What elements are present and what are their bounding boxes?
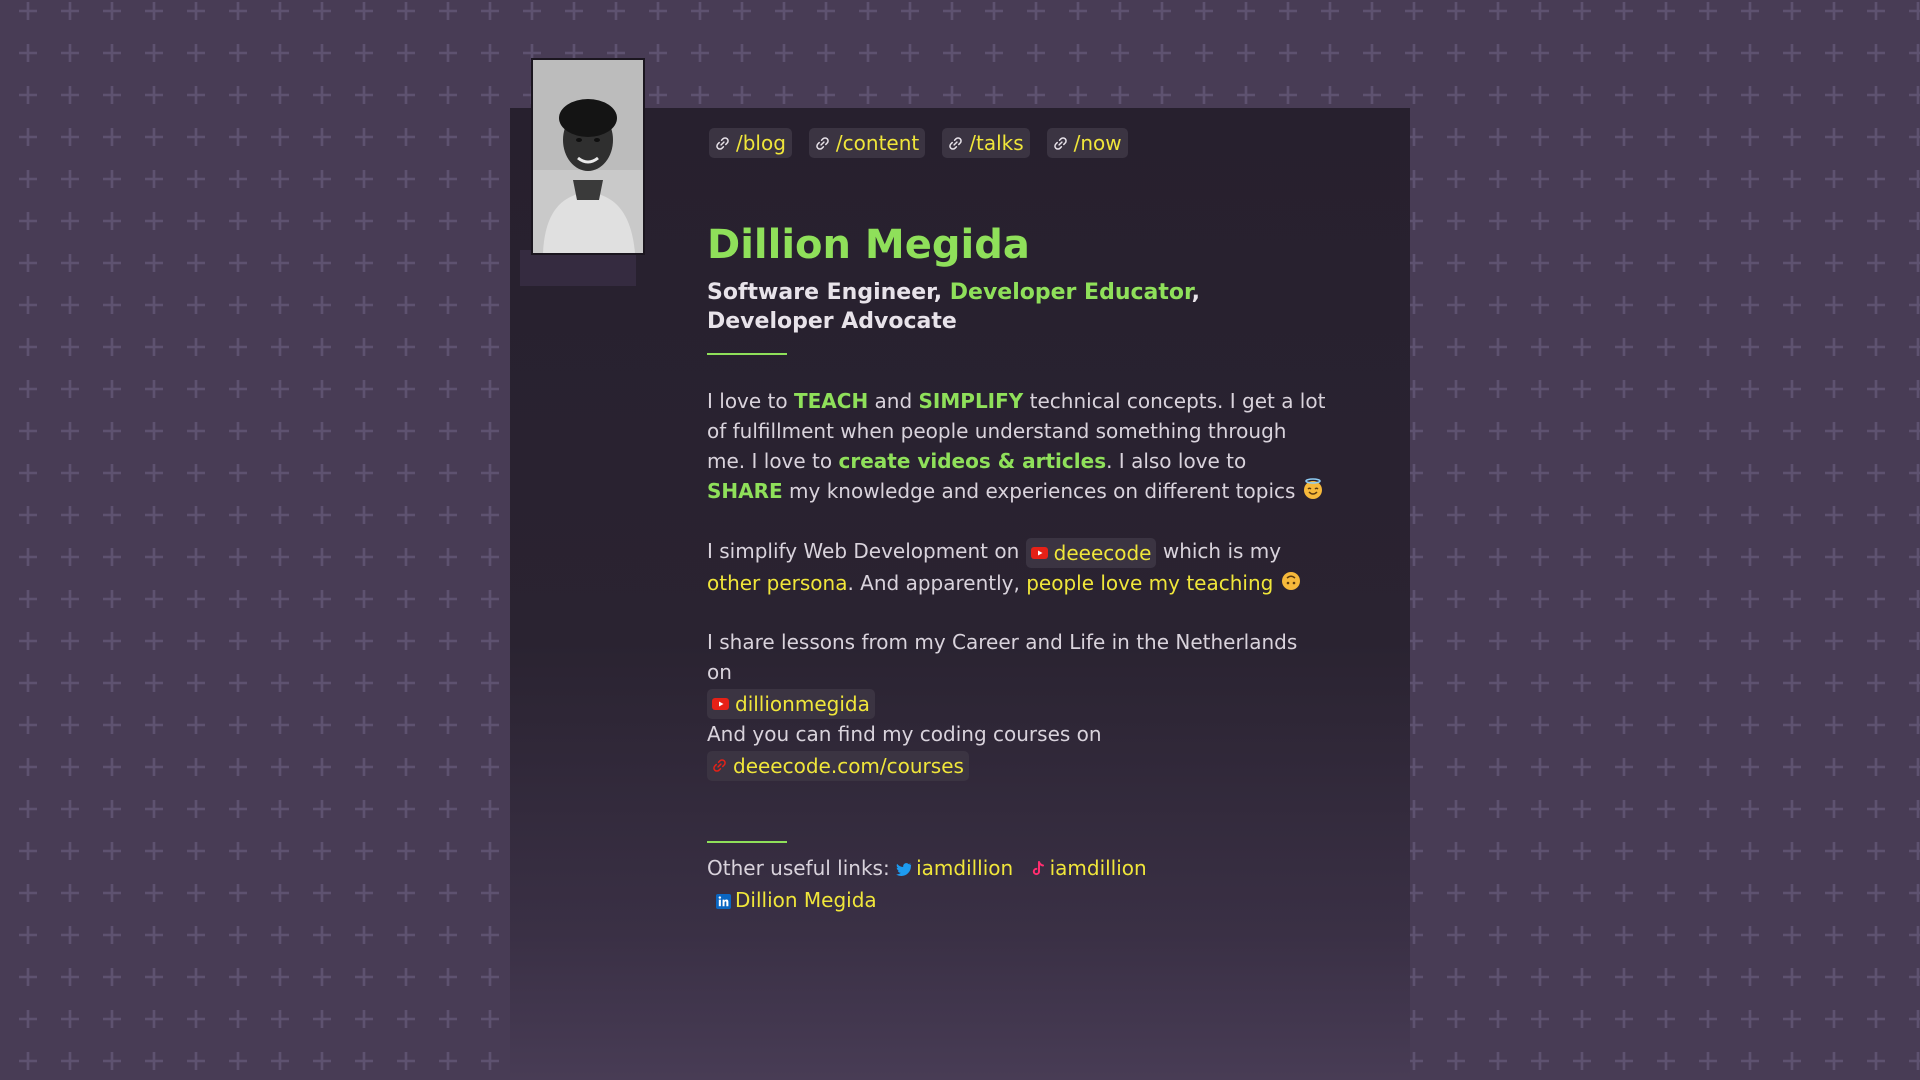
people-love-link[interactable]: people love my teaching	[1026, 571, 1273, 595]
courses-text: And you can find my coding courses on	[707, 722, 1102, 746]
link-icon	[713, 759, 726, 772]
youtube-icon	[1030, 546, 1048, 559]
youtube-icon	[712, 697, 729, 710]
role-developer-advocate: Developer Advocate	[707, 309, 957, 334]
footer-divider	[707, 841, 787, 843]
intro-text: . I also love to	[1106, 449, 1247, 473]
profile-photo	[531, 58, 645, 255]
teach-highlight: TEACH	[793, 389, 869, 413]
tiktok-link[interactable]: iamdillion	[1050, 856, 1147, 880]
nav-talks-label: /talks	[969, 131, 1024, 155]
other-persona-link[interactable]: other persona	[707, 571, 847, 595]
courses-link-label: deeecode.com/courses	[733, 753, 964, 778]
page-title: Dillion Megida	[707, 222, 1030, 268]
section-divider	[707, 353, 787, 355]
courses-link[interactable]: deeecode.com/courses	[707, 750, 969, 781]
courses-paragraph: And you can find my coding courses on de…	[707, 719, 1327, 781]
webdev-text: I simplify Web Development on	[707, 539, 1020, 563]
photo-shadow	[520, 250, 636, 286]
nav-talks-link[interactable]: /talks	[942, 128, 1030, 158]
twitter-icon	[896, 863, 912, 876]
nav-blog-link[interactable]: /blog	[709, 128, 792, 158]
webdev-text: which is my	[1162, 539, 1282, 563]
deeecode-channel-link[interactable]: deeecode	[1025, 537, 1157, 568]
nav-blog-label: /blog	[736, 131, 786, 155]
intro-text: and	[868, 389, 919, 413]
nav-content-label: /content	[835, 131, 920, 155]
intro-text: I love to	[707, 389, 794, 413]
nav-now-label: /now	[1073, 131, 1122, 155]
nav-now-link[interactable]: /now	[1046, 128, 1128, 158]
tiktok-icon	[1032, 861, 1044, 876]
upside-down-face-icon	[1281, 571, 1300, 590]
webdev-paragraph: I simplify Web Development on deeecode w…	[707, 536, 1327, 598]
link-icon	[716, 136, 729, 150]
smiling-face-with-halo-icon	[1303, 478, 1322, 499]
simplify-highlight: SIMPLIFY	[918, 389, 1024, 413]
role-software-engineer: Software Engineer,	[707, 280, 943, 305]
share-highlight: SHARE	[707, 479, 783, 503]
dillionmegida-channel-link[interactable]: dillionmegida	[707, 688, 875, 719]
link-icon	[949, 136, 963, 150]
role-list: Software Engineer, Developer Educator, D…	[707, 278, 1227, 336]
useful-links-label: Other useful links:	[707, 856, 890, 880]
career-text: I share lessons from my Career and Life …	[707, 630, 1298, 684]
role-separator: ,	[1191, 280, 1200, 305]
top-nav: /blog /content /talks /now	[709, 128, 1128, 158]
intro-text: my knowledge and experiences on differen…	[782, 479, 1296, 503]
dillionmegida-label: dillionmegida	[735, 691, 870, 716]
intro-paragraph: I love to TEACH and SIMPLIFY technical c…	[707, 386, 1327, 506]
link-icon	[1053, 136, 1067, 150]
linkedin-link[interactable]: Dillion Megida	[735, 888, 877, 912]
useful-links: Other useful links: iamdillion iamdillio…	[707, 852, 1327, 916]
create-highlight: create videos & articles	[838, 449, 1107, 473]
linkedin-icon	[716, 894, 731, 909]
twitter-link[interactable]: iamdillion	[916, 856, 1013, 880]
webdev-text: . And apparently,	[847, 570, 1020, 595]
nav-content-link[interactable]: /content	[808, 128, 926, 158]
deeecode-label: deeecode	[1053, 540, 1152, 565]
link-icon	[816, 136, 829, 150]
career-paragraph: I share lessons from my Career and Life …	[707, 627, 1327, 719]
role-developer-educator: Developer Educator	[949, 280, 1192, 305]
